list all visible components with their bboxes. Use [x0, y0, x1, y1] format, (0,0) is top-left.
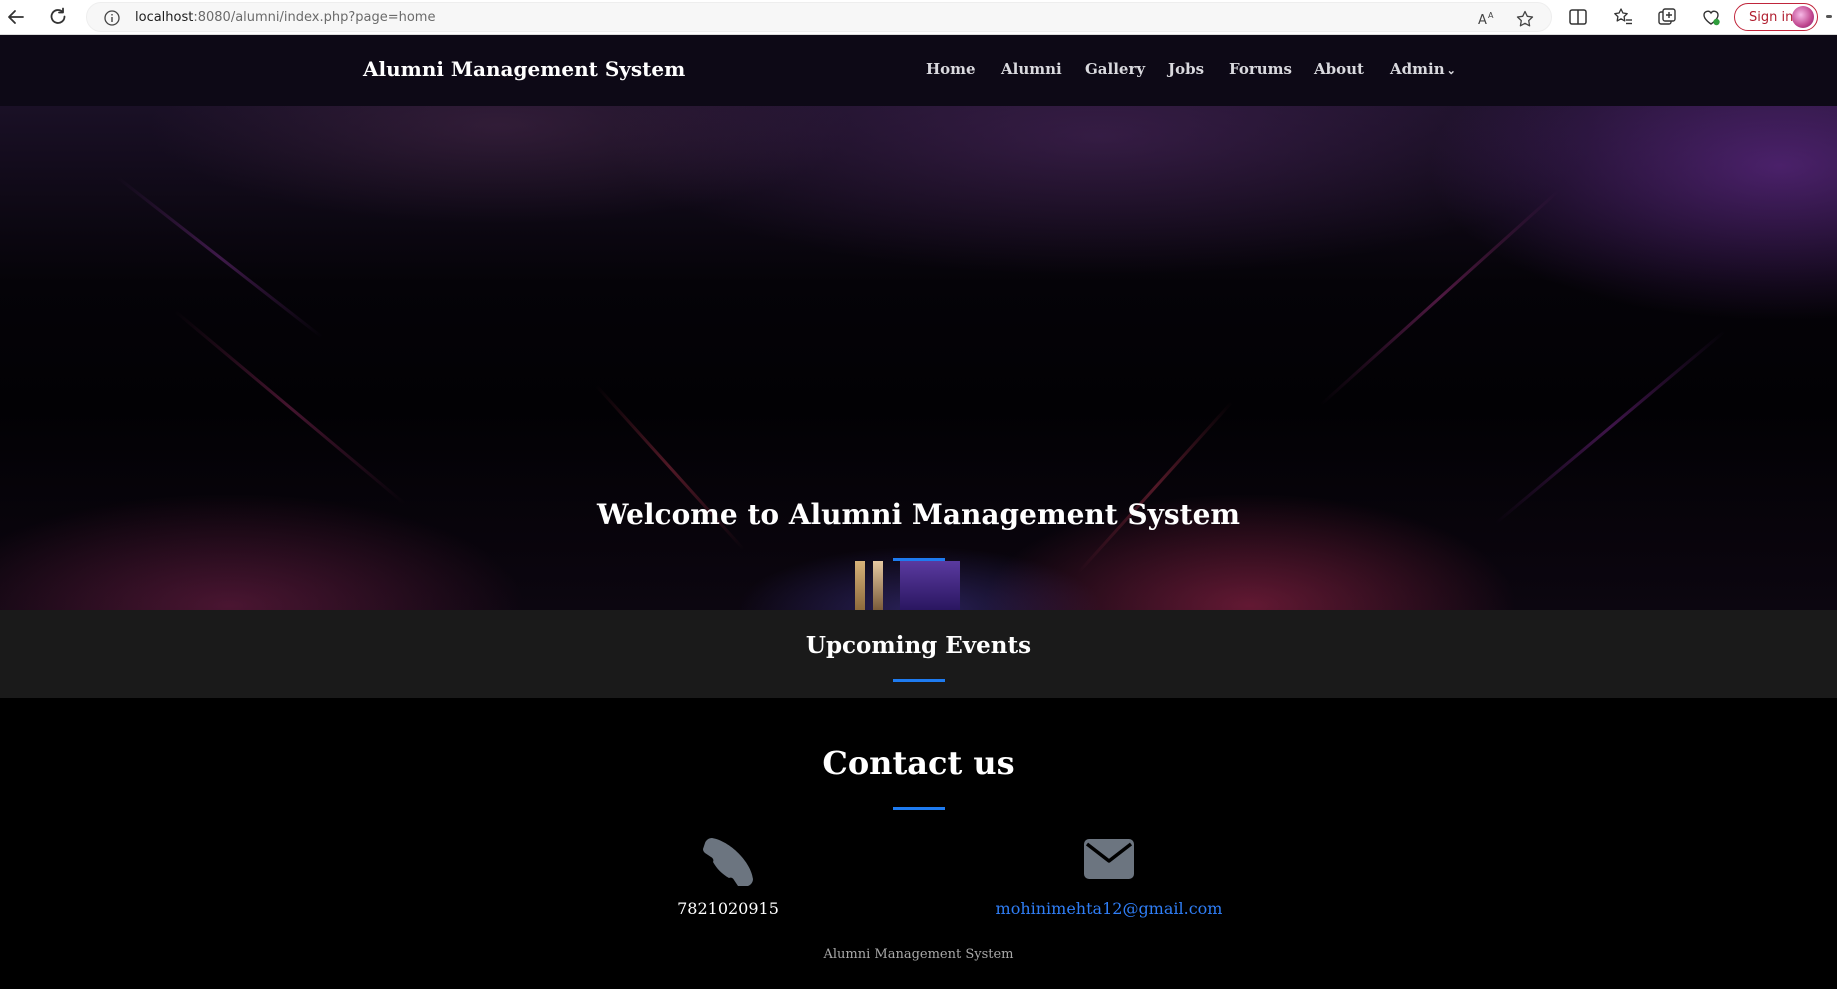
hero-banner: Welcome to Alumni Management System	[0, 106, 1837, 610]
reload-icon[interactable]	[45, 4, 71, 30]
hero-light-streak	[116, 176, 324, 339]
browser-toolbar: localhost:8080/alumni/index.php?page=hom…	[0, 0, 1837, 35]
contact-divider	[893, 807, 945, 810]
hero-light-column	[900, 561, 960, 610]
footer-text: Alumni Management System	[823, 947, 1014, 962]
hero-light-column	[873, 561, 883, 610]
hero-light-streak	[174, 309, 406, 506]
url-path: :8080/alumni/index.php?page=home	[193, 10, 436, 25]
hero-divider	[893, 558, 945, 561]
hero-light-streak	[1076, 401, 1234, 574]
upcoming-events-title: Upcoming Events	[805, 632, 1032, 659]
envelope-icon	[1083, 838, 1135, 880]
contact-email-link[interactable]: mohinimehta12@gmail.com	[959, 899, 1259, 918]
hero-light-streak	[1494, 329, 1726, 526]
favorites-icon[interactable]	[1612, 6, 1634, 28]
svg-text:A: A	[1478, 13, 1487, 28]
site-navbar: Alumni Management System Home Alumni Gal…	[0, 35, 1837, 106]
hero-title: Welcome to Alumni Management System	[596, 498, 1241, 531]
nav-link-gallery[interactable]: Gallery	[1085, 60, 1145, 78]
read-aloud-icon[interactable]: AA	[1477, 9, 1497, 29]
favorite-star-icon[interactable]	[1515, 9, 1535, 29]
url-host: localhost	[135, 10, 194, 25]
nav-link-home[interactable]: Home	[926, 60, 976, 78]
hero-light-streak	[1320, 189, 1560, 406]
contact-title: Contact us	[822, 744, 1015, 782]
url-text[interactable]: localhost:8080/alumni/index.php?page=hom…	[135, 10, 435, 25]
back-icon[interactable]	[3, 4, 29, 30]
sign-in-label: Sign in	[1749, 10, 1794, 25]
chevron-down-icon: ⌄	[1446, 64, 1456, 77]
contact-phone: 7821020915	[677, 899, 779, 918]
nav-link-alumni[interactable]: Alumni	[1001, 60, 1062, 78]
more-options-icon[interactable]	[1826, 15, 1832, 18]
contact-section: Contact us 7821020915 mohinimehta12@gmai…	[0, 698, 1837, 989]
browser-essentials-icon[interactable]	[1700, 6, 1722, 28]
brand-title[interactable]: Alumni Management System	[363, 57, 685, 81]
events-divider	[893, 679, 945, 682]
avatar	[1792, 6, 1814, 28]
svg-text:A: A	[1488, 11, 1494, 20]
nav-link-about[interactable]: About	[1314, 60, 1364, 78]
phone-icon	[702, 834, 754, 888]
hero-light-column	[855, 561, 865, 610]
nav-link-admin[interactable]: Admin ⌄	[1390, 60, 1456, 78]
nav-link-forums[interactable]: Forums	[1229, 60, 1292, 78]
nav-link-jobs[interactable]: Jobs	[1168, 60, 1204, 78]
address-bar[interactable]: localhost:8080/alumni/index.php?page=hom…	[86, 2, 1552, 32]
info-icon[interactable]	[103, 9, 121, 27]
upcoming-events-section: Upcoming Events	[0, 610, 1837, 698]
sign-in-button[interactable]: Sign in	[1734, 3, 1818, 31]
split-screen-icon[interactable]	[1567, 6, 1589, 28]
admin-label: Admin	[1390, 60, 1445, 78]
collections-icon[interactable]	[1656, 6, 1678, 28]
